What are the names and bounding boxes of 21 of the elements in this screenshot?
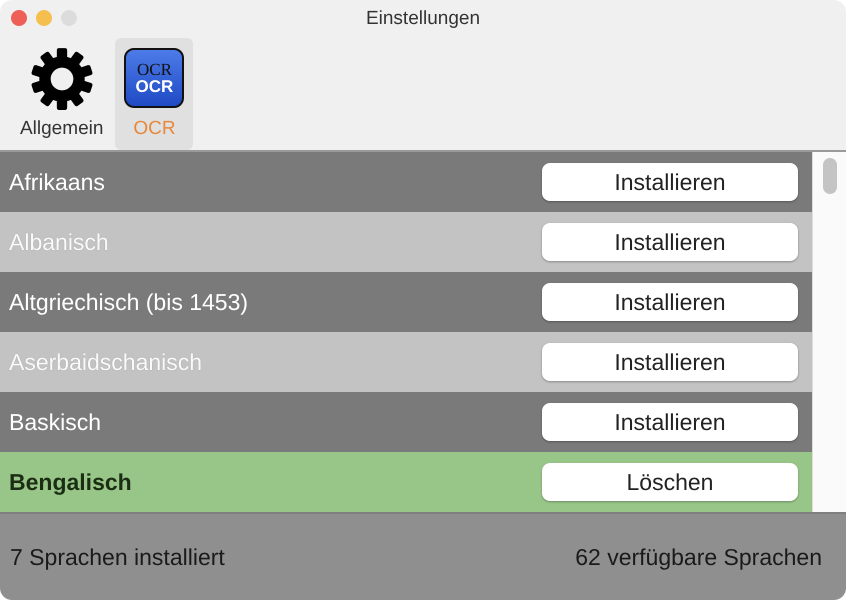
available-count: 62 verfügbare Sprachen	[575, 544, 822, 570]
window-title: Einstellungen	[366, 8, 480, 30]
action-button[interactable]: Installieren	[542, 343, 798, 381]
close-button[interactable]	[11, 10, 27, 26]
language-name: Altgriechisch (bis 1453)	[9, 288, 248, 316]
action-button[interactable]: Installieren	[542, 163, 798, 201]
toolbar-tab[interactable]: OCR OCR OCR	[115, 38, 194, 150]
action-button[interactable]: Installieren	[542, 283, 798, 321]
action-button[interactable]: Löschen	[542, 463, 798, 501]
scrollbar-thumb[interactable]	[822, 158, 836, 194]
icon-text: OCR	[136, 78, 174, 95]
language-name: Afrikaans	[9, 168, 105, 196]
language-name: Baskisch	[9, 408, 102, 436]
language-name: Bengalisch	[9, 468, 132, 496]
minimize-button[interactable]	[36, 10, 52, 26]
installed-count: 7 Sprachen installiert	[10, 544, 225, 570]
action-button[interactable]: Installieren	[542, 223, 798, 261]
action-button[interactable]: Installieren	[542, 403, 798, 441]
gear-icon	[28, 46, 95, 112]
icon-text: OCR	[136, 61, 172, 78]
toolbar-tab[interactable]: Allgemein	[18, 38, 106, 150]
